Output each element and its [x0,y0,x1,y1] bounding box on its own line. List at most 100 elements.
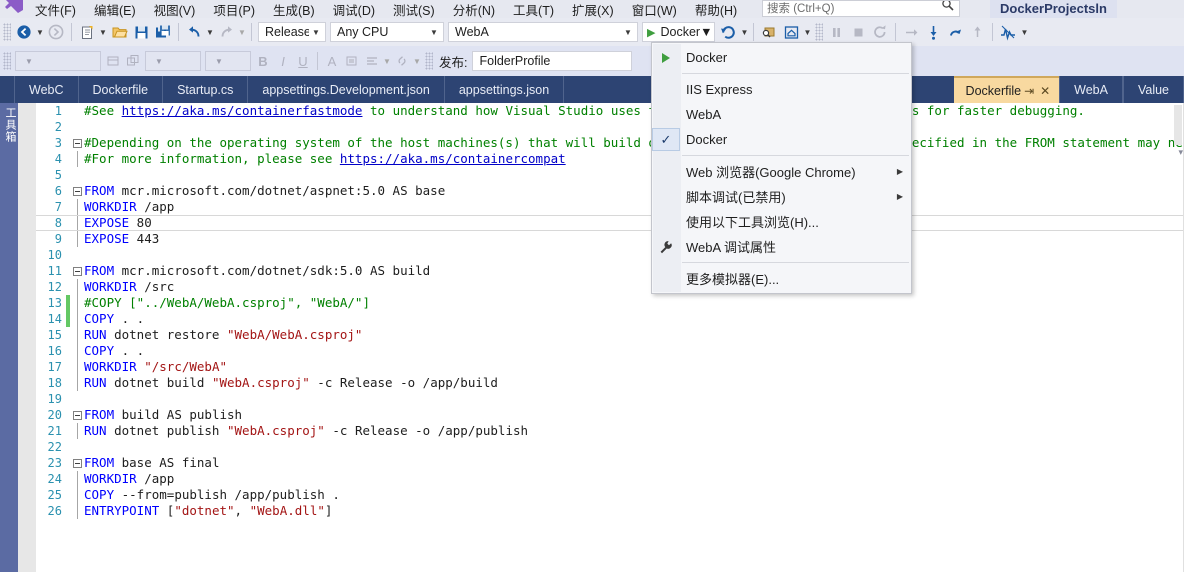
home-frame-button[interactable] [780,21,802,43]
vertical-scrollbar[interactable] [1174,105,1182,145]
tab-weba[interactable]: WebA [1059,76,1123,103]
tab-dockerfile-active[interactable]: Dockerfile ⇥ ✕ [953,76,1060,103]
new-project-dropdown-icon[interactable]: ▼ [98,21,108,43]
menu-debug[interactable]: 调试(D) [324,0,384,18]
code-line[interactable]: 20 FROM build AS publish [36,407,1184,423]
step-into-button[interactable] [922,21,944,43]
menu-project[interactable]: 项目(P) [204,0,264,18]
save-all-button[interactable] [152,21,174,43]
code-line[interactable]: 8 EXPOSE 80 [36,215,1184,231]
menu-extensions[interactable]: 扩展(X) [563,0,623,18]
fold-collapse-icon[interactable] [70,186,84,196]
diagnostics-button[interactable] [997,21,1019,43]
menu-item-iis-express[interactable]: IIS Express [652,77,911,102]
overflow-icon[interactable]: ▼ [412,50,422,72]
configuration-combo[interactable]: Release ▼ [258,22,326,42]
code-line[interactable]: 13 #COPY ["../WebA/WebA.csproj", "WebA/"] [36,295,1184,311]
code-line[interactable]: 16 COPY . . [36,343,1184,359]
code-line[interactable]: 17 WORKDIR "/src/WebA" [36,359,1184,375]
tab-appsettings-json[interactable]: appsettings.json [445,76,565,103]
tab-startup-cs[interactable]: Startup.cs [163,76,249,103]
code-line[interactable]: 22 [36,439,1184,455]
menu-view[interactable]: 视图(V) [145,0,205,18]
menu-item-docker-run[interactable]: Docker [652,45,911,70]
find-in-container-button[interactable] [758,21,780,43]
menu-file[interactable]: 文件(F) [26,0,85,18]
toolbar2-grip[interactable] [3,52,11,70]
code-line[interactable]: 26 ENTRYPOINT ["dotnet", "WebA.dll"] [36,503,1184,519]
code-line[interactable]: 25 COPY --from=publish /app/publish . [36,487,1184,503]
publish-profile-combo[interactable]: FolderProfile [472,51,633,71]
run-target-dropdown-menu[interactable]: Docker IIS Express WebA ✓ Docker Web 浏览器… [651,42,912,294]
code-line[interactable]: 12 WORKDIR /src [36,279,1184,295]
new-project-button[interactable] [76,21,98,43]
toolbar2-grip-2[interactable] [425,52,433,70]
frame-dropdown-icon[interactable]: ▼ [802,21,812,43]
menu-edit[interactable]: 编辑(E) [85,0,145,18]
menu-test[interactable]: 测试(S) [384,0,444,18]
code-line[interactable]: 23 FROM base AS final [36,455,1184,471]
code-hyperlink[interactable]: https://aka.ms/containerfastmode [122,103,363,118]
code-line[interactable]: 15 RUN dotnet restore "WebA/WebA.csproj" [36,327,1184,343]
menu-item-web-browser[interactable]: Web 浏览器(Google Chrome) ▶ [652,159,911,184]
menu-tools[interactable]: 工具(T) [504,0,563,18]
font-size-combo[interactable]: ▼ [205,51,251,71]
code-line[interactable]: 10 [36,247,1184,263]
navigate-back-button[interactable] [13,21,35,43]
code-line[interactable]: 2 [36,119,1184,135]
tab-appsettings-development-json[interactable]: appsettings.Development.json [248,76,445,103]
code-line[interactable]: 19 [36,391,1184,407]
save-button[interactable] [130,21,152,43]
tab-dockerfile[interactable]: Dockerfile [79,76,164,103]
code-line[interactable]: 5 [36,167,1184,183]
tab-webc[interactable]: WebC [14,76,79,103]
fold-collapse-icon[interactable] [70,138,84,148]
startup-project-combo[interactable]: WebA ▼ [448,22,638,42]
fold-collapse-icon[interactable] [70,266,84,276]
code-line[interactable]: 11 FROM mcr.microsoft.com/dotnet/sdk:5.0 … [36,263,1184,279]
pin-icon[interactable]: ⇥ [1021,84,1037,98]
code-line[interactable]: 7 WORKDIR /app [36,199,1184,215]
menu-item-browse-with[interactable]: 使用以下工具浏览(H)... [652,209,911,234]
code-line[interactable]: 21 RUN dotnet publish "WebA.csproj" -c Re… [36,423,1184,439]
menu-analyze[interactable]: 分析(N) [444,0,504,18]
scroll-down-arrow-icon[interactable]: ▾ [1178,147,1183,158]
code-line[interactable]: 4 #For more information, please see https… [36,151,1184,167]
style-combo[interactable]: ▼ [15,51,101,71]
code-editor[interactable]: 1 #See https://aka.ms/containerfastmode t… [36,103,1184,572]
hot-reload-dropdown-icon[interactable]: ▼ [739,21,749,43]
close-icon[interactable]: ✕ [1037,84,1053,98]
search-input[interactable]: 搜索 (Ctrl+Q) [762,0,960,17]
menu-build[interactable]: 生成(B) [264,0,324,18]
code-line[interactable]: 24 WORKDIR /app [36,471,1184,487]
step-out-button[interactable] [944,21,966,43]
hot-reload-button[interactable] [717,21,739,43]
start-debug-button[interactable]: ▶ Docker ▼ [642,22,716,42]
run-target-dropdown-icon[interactable]: ▼ [700,25,712,39]
code-line[interactable]: 1 #See https://aka.ms/containerfastmode t… [36,103,1184,119]
menu-item-more-emulators[interactable]: 更多模拟器(E)... [652,266,911,291]
toolbox-rail[interactable]: 工具箱 [0,103,18,572]
menu-item-script-debugging[interactable]: 脚本调试(已禁用) ▶ [652,184,911,209]
menu-item-weba[interactable]: WebA [652,102,911,127]
open-file-button[interactable] [108,21,130,43]
undo-dropdown-icon[interactable]: ▼ [205,21,215,43]
toolbar-grip[interactable] [3,23,11,41]
code-hyperlink[interactable]: https://aka.ms/containercompat [340,151,566,166]
fold-collapse-icon[interactable] [70,410,84,420]
code-line[interactable]: 3 #Depending on the operating system of t… [36,135,1184,151]
menu-help[interactable]: 帮助(H) [686,0,746,18]
diagnostics-dropdown-icon[interactable]: ▼ [1019,21,1029,43]
redo-dropdown-icon[interactable]: ▼ [237,21,247,43]
code-line[interactable]: 18 RUN dotnet build "WebA.csproj" -c Rele… [36,375,1184,391]
fold-collapse-icon[interactable] [70,458,84,468]
code-line[interactable]: 6 FROM mcr.microsoft.com/dotnet/aspnet:5.… [36,183,1184,199]
code-line[interactable]: 9 EXPOSE 443 [36,231,1184,247]
toolbar-grip-2[interactable] [815,23,824,41]
menu-window[interactable]: 窗口(W) [623,0,686,18]
navigate-back-dropdown-icon[interactable]: ▼ [35,21,45,43]
code-line[interactable]: 14 COPY . . [36,311,1184,327]
font-combo[interactable]: ▼ [145,51,201,71]
menu-item-docker-selected[interactable]: ✓ Docker [652,127,911,152]
undo-button[interactable] [183,21,205,43]
